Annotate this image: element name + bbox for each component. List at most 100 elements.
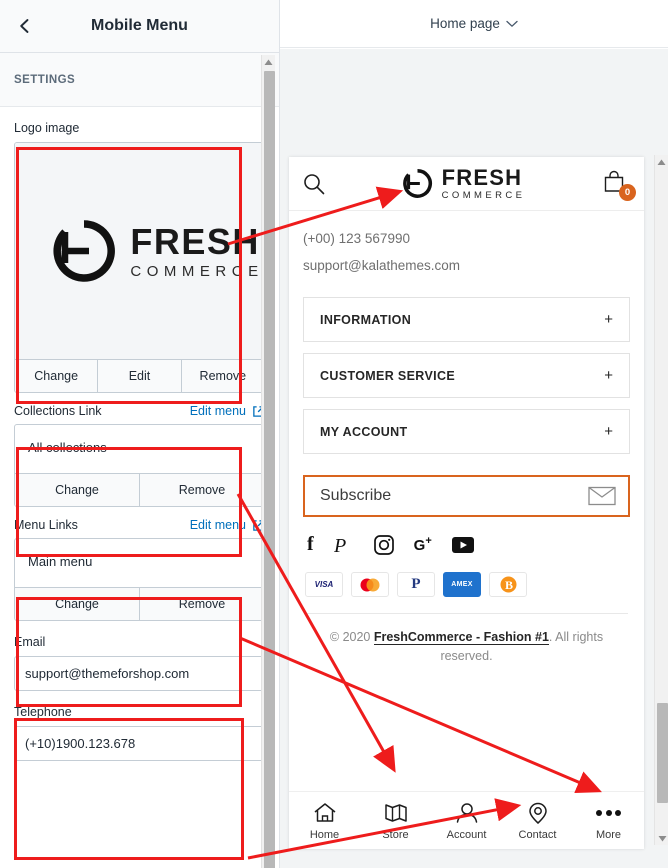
collections-change-button[interactable]: Change <box>15 474 139 506</box>
payment-paypal: P <box>397 572 435 597</box>
accordion-customer-service[interactable]: CUSTOMER SERVICE + <box>303 353 630 398</box>
logo-primary-text: FRESH <box>130 220 260 262</box>
store-header: FRESH COMMERCE 0 <box>289 157 644 211</box>
collections-edit-menu-label: Edit menu <box>189 404 246 418</box>
back-button[interactable] <box>4 5 46 47</box>
sidebar-scrollbar-thumb[interactable] <box>264 71 275 868</box>
mobile-preview-frame: FRESH COMMERCE 0 (+00) 123 567990 suppor… <box>289 157 644 849</box>
accordion-title: INFORMATION <box>320 312 412 327</box>
payment-bitcoin: B <box>489 572 527 597</box>
location-pin-icon <box>528 802 547 824</box>
cart-button[interactable]: 0 <box>601 169 636 201</box>
store-contact-block: (+00) 123 567990 support@kalathemes.com <box>289 211 644 283</box>
nav-label: More <box>595 828 622 841</box>
telephone-field[interactable] <box>14 726 265 761</box>
logo-image-label: Logo image <box>14 121 80 135</box>
nav-item-more[interactable]: More <box>573 801 644 841</box>
youtube-icon[interactable] <box>451 536 474 553</box>
copyright-text: © 2020 FreshCommerce - Fashion #1. All r… <box>289 614 644 667</box>
mastercard-icon <box>360 578 380 591</box>
nav-item-home[interactable]: Home <box>289 801 360 841</box>
nav-label: Account <box>446 828 487 841</box>
settings-sidebar: Mobile Menu SETTINGS Logo image FRESH CO… <box>0 0 280 868</box>
settings-section-header: SETTINGS <box>0 53 279 107</box>
nav-label: Home <box>309 828 340 841</box>
email-label: Email <box>14 635 46 649</box>
envelope-icon[interactable] <box>588 486 616 506</box>
cart-count-badge: 0 <box>618 183 636 201</box>
preview-scrollbar-thumb[interactable] <box>657 703 668 803</box>
menu-edit-menu-label: Edit menu <box>189 518 246 532</box>
payment-methods: VISA P AMEX B <box>289 556 644 597</box>
nav-item-store[interactable]: Store <box>360 801 431 841</box>
scroll-up-arrow-icon[interactable] <box>655 155 668 169</box>
chevron-left-icon <box>20 19 29 33</box>
logo-thumbnail: FRESH COMMERCE <box>15 143 264 359</box>
menu-links-label: Menu Links <box>14 518 78 532</box>
ellipsis-icon <box>596 801 621 825</box>
accordion-title: MY ACCOUNT <box>320 424 408 439</box>
person-icon <box>456 802 477 823</box>
footer-accordions: INFORMATION + CUSTOMER SERVICE + MY ACCO… <box>289 283 644 454</box>
plus-icon: + <box>604 367 613 384</box>
preview-scrollbar[interactable] <box>654 155 668 845</box>
svg-text:B: B <box>505 578 513 592</box>
plus-icon: + <box>604 423 613 440</box>
collections-link-card: All collections Change Remove <box>14 424 265 507</box>
subscribe-placeholder: Subscribe <box>320 487 392 504</box>
collections-link-value: All collections <box>28 440 107 455</box>
nav-label: Contact <box>518 828 557 841</box>
store-logo: FRESH COMMERCE <box>402 164 526 201</box>
collections-link-header: Collections Link Edit menu <box>14 393 265 424</box>
fresh-commerce-mark-icon <box>53 220 116 282</box>
scroll-down-arrow-icon[interactable] <box>655 831 668 845</box>
preview-panel: Home page FRESH COMMERCE 0 (+00) 123 567… <box>280 0 668 868</box>
telephone-label: Telephone <box>14 705 72 719</box>
logo-remove-button[interactable]: Remove <box>180 360 264 392</box>
preview-toolbar: Home page <box>280 0 668 48</box>
nav-item-contact[interactable]: Contact <box>502 801 573 841</box>
logo-image-card: FRESH COMMERCE Change Edit Remove <box>14 142 265 393</box>
menu-edit-menu-link[interactable]: Edit menu <box>190 518 265 532</box>
payment-visa: VISA <box>305 572 343 597</box>
accordion-my-account[interactable]: MY ACCOUNT + <box>303 409 630 454</box>
menu-links-header: Menu Links Edit menu <box>14 507 265 538</box>
logo-change-button[interactable]: Change <box>15 360 98 392</box>
subscribe-input[interactable]: Subscribe <box>303 475 630 517</box>
menu-links-value: Main menu <box>28 554 93 569</box>
instagram-icon[interactable] <box>373 534 394 555</box>
scroll-up-arrow-icon[interactable] <box>262 55 275 69</box>
map-icon <box>384 803 407 822</box>
sidebar-header: Mobile Menu <box>0 0 279 53</box>
subscribe-row: Subscribe <box>289 465 644 517</box>
payment-amex: AMEX <box>443 572 481 597</box>
menu-change-button[interactable]: Change <box>15 588 139 620</box>
sidebar-body: Logo image FRESH COMMERCE Change Edit Re… <box>0 107 279 868</box>
sidebar-scrollbar[interactable] <box>261 55 275 868</box>
search-icon[interactable] <box>302 172 326 196</box>
collections-remove-button[interactable]: Remove <box>139 474 264 506</box>
collections-edit-menu-link[interactable]: Edit menu <box>190 404 265 418</box>
plus-icon: + <box>604 311 613 328</box>
social-links: f P G+ <box>289 517 644 556</box>
store-logo-primary: FRESH <box>441 164 523 190</box>
email-field[interactable] <box>14 656 265 691</box>
google-plus-icon[interactable]: G+ <box>414 535 432 554</box>
accordion-information[interactable]: INFORMATION + <box>303 297 630 342</box>
logo-edit-button[interactable]: Edit <box>97 360 181 392</box>
nav-item-account[interactable]: Account <box>431 801 502 841</box>
logo-image-actions: Change Edit Remove <box>15 359 264 392</box>
collections-link-label: Collections Link <box>14 404 102 418</box>
menu-remove-button[interactable]: Remove <box>139 588 264 620</box>
menu-links-actions: Change Remove <box>15 587 264 620</box>
payment-mastercard <box>351 572 389 597</box>
logo-secondary-text: COMMERCE <box>130 262 264 280</box>
bitcoin-icon: B <box>500 576 516 593</box>
menu-links-card: Main menu Change Remove <box>14 538 265 621</box>
home-icon <box>314 802 335 822</box>
pinterest-icon[interactable]: P <box>334 534 354 556</box>
copyright-brand: FreshCommerce - Fashion #1 <box>373 630 549 645</box>
mobile-bottom-nav: Home Store Account Contact More <box>289 791 644 849</box>
page-selector-dropdown[interactable]: Home page <box>430 16 518 31</box>
facebook-icon[interactable]: f <box>307 533 314 556</box>
